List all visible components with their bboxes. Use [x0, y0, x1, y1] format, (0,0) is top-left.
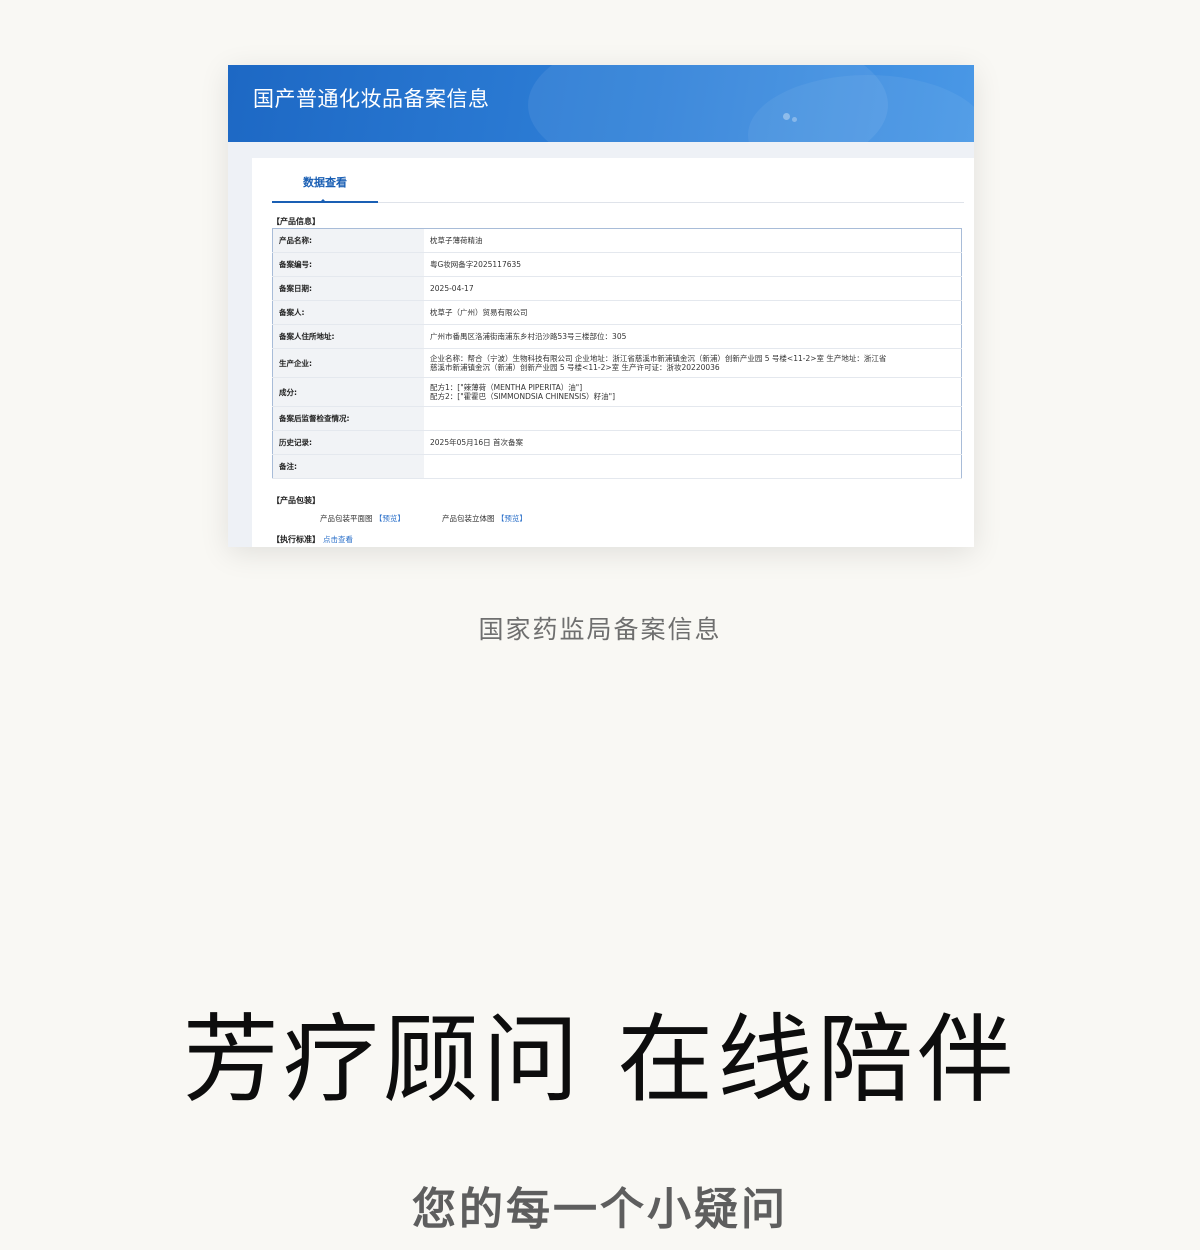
field-label: 生产企业:: [272, 348, 424, 378]
field-value: 2025年05月16日 首次备案: [424, 430, 962, 455]
field-label: 成分:: [272, 377, 424, 407]
packaging-item-3d: 产品包装立体图 【预览】: [442, 513, 527, 524]
field-value: 枕草子薄荷精油: [424, 228, 962, 253]
packaging-item-flat: 产品包装平面图 【预览】: [320, 513, 405, 524]
field-value: [424, 406, 962, 431]
screenshot-body: 数据查看 【产品信息】 产品名称: 枕草子薄荷精油 备案编号: 粤G妆网备字20251…: [252, 158, 974, 547]
table-row: 备注:: [272, 454, 962, 479]
record-screenshot: 国产普通化妆品备案信息 数据查看 【产品信息】 产品名称: 枕草子薄荷精油 备案编号…: [228, 65, 974, 547]
screenshot-caption: 国家药监局备案信息: [478, 615, 722, 644]
packaging-item-label: 产品包装平面图: [320, 514, 373, 523]
preview-link[interactable]: 预览: [504, 514, 519, 523]
table-row: 产品名称: 枕草子薄荷精油: [272, 228, 962, 253]
header-title: 国产普通化妆品备案信息: [253, 87, 490, 111]
tab-data-view[interactable]: 数据查看: [272, 170, 378, 203]
preview-link[interactable]: 预览: [382, 514, 397, 523]
tab-label: 数据查看: [303, 176, 347, 189]
page: 国产普通化妆品备案信息 数据查看 【产品信息】 产品名称: 枕草子薄荷精油 备案编号…: [0, 0, 1200, 1250]
subline: 您的每一个小疑问: [412, 1184, 788, 1235]
tab-caret-icon: [319, 199, 327, 203]
packaging-label: 【产品包装】: [272, 496, 320, 505]
table-row: 备案人住所地址: 广州市番禺区洛浦街南浦东乡村沿沙路53号三楼部位：305: [272, 324, 962, 349]
bracket: 】: [519, 514, 527, 523]
tab-strip: 数据查看: [272, 170, 964, 203]
field-label: 备案人住所地址:: [272, 324, 424, 349]
field-label: 备案日期:: [272, 276, 424, 301]
table-row: 备案编号: 粤G妆网备字2025117635: [272, 252, 962, 277]
table-row: 历史记录: 2025年05月16日 首次备案: [272, 430, 962, 455]
table-row: 备案人: 枕草子（广州）贸易有限公司: [272, 300, 962, 325]
table-row: 备案后监督检查情况:: [272, 406, 962, 431]
standard-row: 【执行标准】 点击查看: [272, 534, 353, 545]
header-dot-decoration: [783, 113, 790, 120]
field-label: 备案人:: [272, 300, 424, 325]
headline: 芳疗顾问 在线陪伴: [182, 1004, 1018, 1116]
field-value: 广州市番禺区洛浦街南浦东乡村沿沙路53号三楼部位：305: [424, 324, 962, 349]
product-info-label: 【产品信息】: [272, 217, 320, 226]
field-label: 备注:: [272, 454, 424, 479]
screenshot-header: 国产普通化妆品备案信息: [228, 65, 974, 142]
table-row: 成分: 配方1：["辣薄荷（MENTHA PIPERITA）油"] 配方2：["霍…: [272, 377, 962, 407]
header-dot-decoration: [792, 117, 797, 122]
bracket: 】: [397, 514, 405, 523]
table-row: 生产企业: 企业名称：帮合（宁波）生物科技有限公司 企业地址：浙江省慈溪市新浦镇金…: [272, 348, 962, 378]
standard-view-link[interactable]: 点击查看: [323, 535, 353, 544]
field-label: 历史记录:: [272, 430, 424, 455]
field-label: 产品名称:: [272, 228, 424, 253]
packaging-item-label: 产品包装立体图: [442, 514, 495, 523]
field-value: 粤G妆网备字2025117635: [424, 252, 962, 277]
field-label: 备案编号:: [272, 252, 424, 277]
product-info-table: 产品名称: 枕草子薄荷精油 备案编号: 粤G妆网备字2025117635 备案日期: 20…: [272, 228, 962, 479]
field-value: 2025-04-17: [424, 276, 962, 301]
table-row: 备案日期: 2025-04-17: [272, 276, 962, 301]
field-value: 枕草子（广州）贸易有限公司: [424, 300, 962, 325]
field-label: 备案后监督检查情况:: [272, 406, 424, 431]
field-value: [424, 454, 962, 479]
field-value: 企业名称：帮合（宁波）生物科技有限公司 企业地址：浙江省慈溪市新浦镇金沉（新浦）…: [424, 348, 962, 378]
standard-label: 【执行标准】: [272, 535, 320, 544]
field-value: 配方1：["辣薄荷（MENTHA PIPERITA）油"] 配方2：["霍霍巴（…: [424, 377, 962, 407]
